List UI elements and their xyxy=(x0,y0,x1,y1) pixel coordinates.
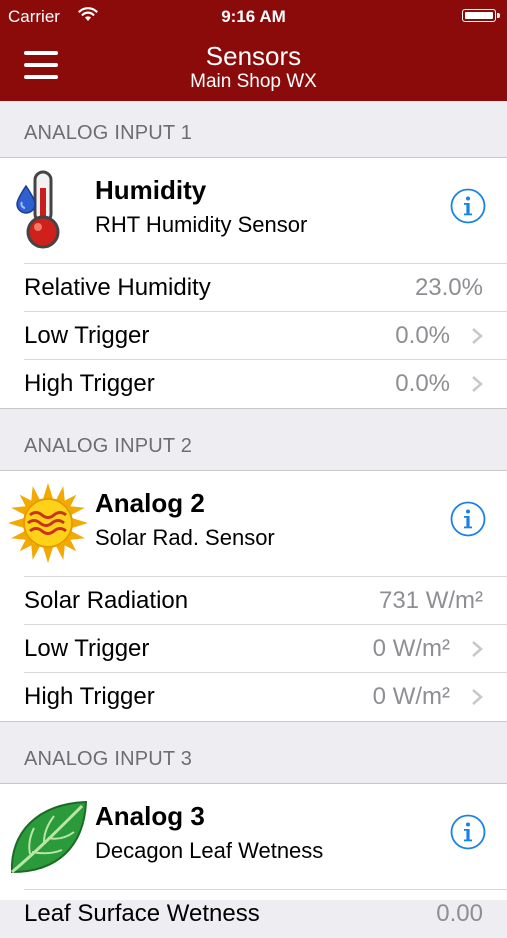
page-subtitle: Main Shop WX xyxy=(190,71,317,92)
reading-row-solar-radiation: Solar Radiation 731 W/m² xyxy=(24,577,507,625)
clock: 9:16 AM xyxy=(221,7,286,26)
trigger-row-low[interactable]: Low Trigger 0 W/m² xyxy=(24,625,507,673)
sensor-row-humidity[interactable]: Humidity RHT Humidity Sensor xyxy=(16,158,507,264)
sensor-name: Analog 2 xyxy=(95,488,205,518)
sensor-group-analog-input-1: Humidity RHT Humidity Sensor Relative Hu… xyxy=(0,158,507,409)
trigger-row-low[interactable]: Low Trigger 0.0% xyxy=(24,312,507,360)
thermometer-drop-icon xyxy=(16,170,60,249)
sun-icon xyxy=(8,483,88,563)
sensor-type: RHT Humidity Sensor xyxy=(95,212,308,237)
info-icon[interactable] xyxy=(450,188,486,224)
sensor-type: Decagon Leaf Wetness xyxy=(95,838,324,863)
status-bar: Carrier 9:16 AM xyxy=(0,0,507,34)
trigger-value: 0 W/m² xyxy=(372,635,450,662)
reading-row-relative-humidity: Relative Humidity 23.0% xyxy=(24,264,507,312)
reading-value: 23.0% xyxy=(414,274,483,301)
section-header-analog-input-1: ANALOG INPUT 1 xyxy=(0,101,507,158)
page-title: Sensors xyxy=(205,41,302,71)
trigger-value: 0 W/m² xyxy=(372,683,450,710)
reading-value: 0.00 xyxy=(436,900,483,927)
battery-icon xyxy=(462,9,500,22)
reading-value: 731 W/m² xyxy=(378,587,483,614)
info-icon[interactable] xyxy=(450,501,486,537)
trigger-label: Low Trigger xyxy=(24,322,150,349)
sensor-row-analog-2[interactable]: Analog 2 Solar Rad. Sensor xyxy=(8,471,507,577)
trigger-label: High Trigger xyxy=(24,683,155,710)
trigger-row-high[interactable]: High Trigger 0 W/m² xyxy=(24,673,507,721)
nav-bar: Carrier 9:16 AM Sensors Main Shop WX xyxy=(0,0,507,101)
trigger-row-high[interactable]: High Trigger 0.0% xyxy=(24,360,507,408)
sensor-row-analog-3[interactable]: Analog 3 Decagon Leaf Wetness xyxy=(10,784,507,890)
trigger-value: 0.0% xyxy=(395,322,450,349)
sensor-name: Analog 3 xyxy=(95,801,205,831)
chevron-right-icon xyxy=(472,376,483,392)
trigger-value: 0.0% xyxy=(395,370,450,397)
reading-label: Leaf Surface Wetness xyxy=(24,900,260,927)
reading-row-leaf-surface-wetness: Leaf Surface Wetness 0.00 xyxy=(24,890,507,938)
trigger-label: Low Trigger xyxy=(24,635,150,662)
info-icon[interactable] xyxy=(450,814,486,850)
reading-label: Solar Radiation xyxy=(24,587,189,614)
chevron-right-icon xyxy=(472,641,483,657)
chevron-right-icon xyxy=(472,689,483,705)
sensor-group-analog-input-3: Analog 3 Decagon Leaf Wetness Leaf Surfa… xyxy=(0,784,507,927)
leaf-icon xyxy=(10,800,88,874)
chevron-right-icon xyxy=(472,328,483,344)
sensor-type: Solar Rad. Sensor xyxy=(95,525,275,550)
reading-label: Relative Humidity xyxy=(24,274,211,301)
section-header-analog-input-2: ANALOG INPUT 2 xyxy=(0,414,507,471)
sensor-group-analog-input-2: Analog 2 Solar Rad. Sensor Solar Radiati… xyxy=(0,471,507,722)
section-header-analog-input-3: ANALOG INPUT 3 xyxy=(0,727,507,784)
trigger-label: High Trigger xyxy=(24,370,155,397)
sensor-name: Humidity xyxy=(95,175,207,205)
